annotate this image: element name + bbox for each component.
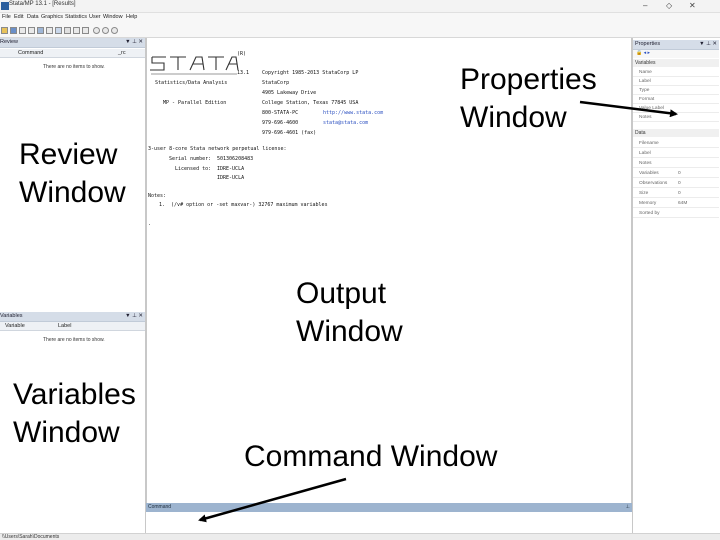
command-arrow (198, 477, 347, 523)
stata-window: Stata/MP 13.1 - [Results] – ◇ ✕ File Edi… (0, 0, 720, 540)
annotation-arrows (198, 100, 678, 523)
properties-arrow (579, 100, 678, 118)
